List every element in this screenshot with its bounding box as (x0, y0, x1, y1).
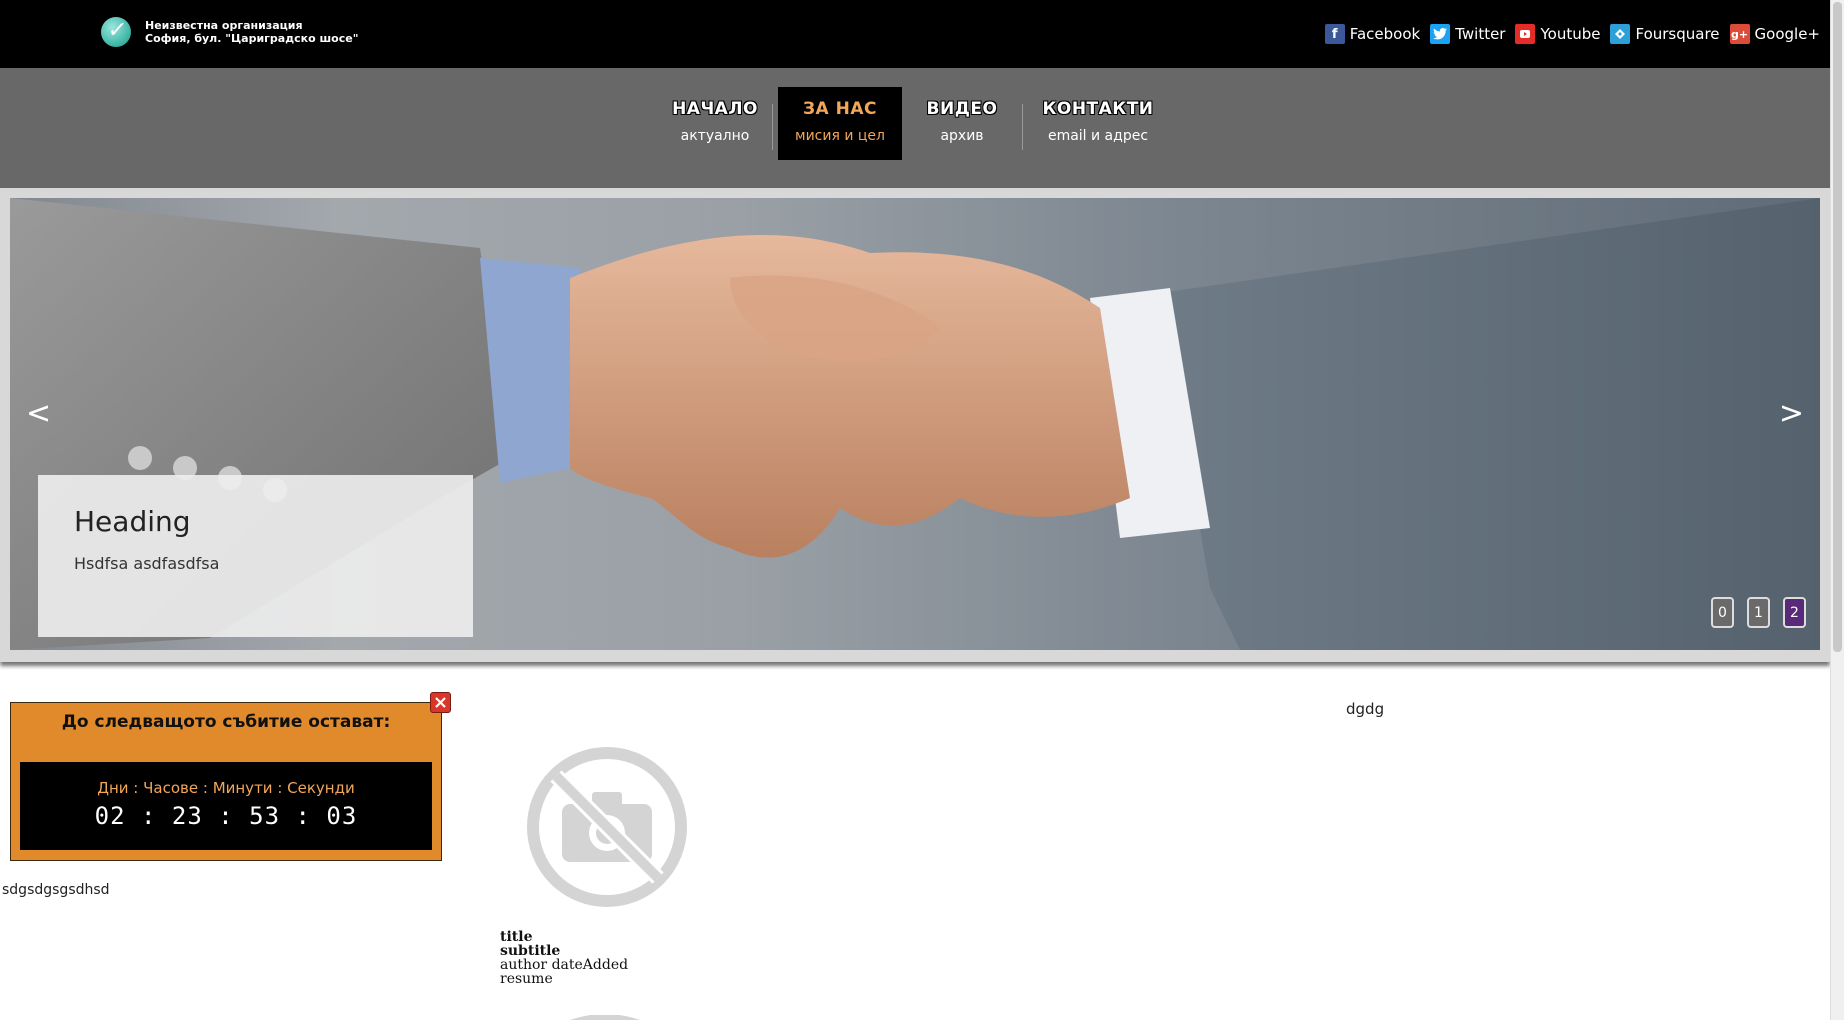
social-label: Facebook (1349, 25, 1421, 43)
slider-dot-0[interactable]: 0 (1711, 597, 1734, 628)
social-link-foursquare[interactable]: Foursquare (1610, 24, 1720, 44)
nav-subtitle: актуално (680, 128, 750, 144)
article-meta: author dateAdded (500, 957, 629, 973)
facebook-icon: f (1324, 24, 1345, 44)
countdown-display: Дни : Часове : Минути : Секунди 02 : 23 … (20, 762, 432, 850)
main-nav: НАЧАЛО актуално ЗА НАС мисия и цел ВИДЕО… (658, 87, 1173, 160)
social-links: f Facebook Twitter Youtube Foursquare g+… (1315, 24, 1820, 44)
googleplus-icon: g+ (1729, 24, 1750, 44)
twitter-icon (1430, 24, 1451, 44)
social-link-googleplus[interactable]: g+ Google+ (1729, 24, 1820, 44)
article-title: title (500, 929, 533, 945)
slider-next-button[interactable]: > (1779, 396, 1804, 431)
article-card[interactable]: title subtitle author dateAdded resume (500, 930, 628, 986)
content-text-left: sdgsdgsgsdhsd (2, 882, 110, 898)
content-text-right: dgdg (1346, 700, 1385, 718)
org-info: Неизвестна организация София, бул. "Цари… (145, 19, 358, 45)
scrollbar[interactable] (1830, 0, 1844, 1020)
nav-subtitle: архив (940, 128, 984, 144)
close-icon[interactable] (430, 692, 451, 713)
main-nav-bar: НАЧАЛО актуално ЗА НАС мисия и цел ВИДЕО… (0, 68, 1830, 188)
org-address: София, бул. "Цариградско шосе" (145, 32, 359, 45)
social-label: Foursquare (1635, 25, 1720, 43)
countdown-widget: До следващото събитие остават: Дни : Час… (10, 702, 442, 861)
no-photo-icon (560, 1010, 650, 1020)
org-brand[interactable]: ✓ Неизвестна организация София, бул. "Ца… (101, 17, 358, 47)
slider-pagination: 0 1 2 (1698, 597, 1806, 628)
scrollbar-thumb[interactable] (1833, 2, 1842, 652)
org-name: Неизвестна организация (145, 19, 303, 32)
top-bar: ✓ Неизвестна организация София, бул. "Ца… (0, 0, 1830, 68)
page: ✓ Неизвестна организация София, бул. "Ца… (0, 0, 1844, 1020)
countdown-title: До следващото събитие остават: (61, 712, 391, 732)
image-slider: < > Heading Hsdfsa asdfasdfsa 0 1 2 (0, 188, 1830, 662)
social-link-youtube[interactable]: Youtube (1515, 24, 1600, 44)
nav-divider (772, 104, 773, 150)
article-resume: resume (500, 971, 553, 987)
slide-heading: Heading (74, 505, 191, 538)
slide-text: Hsdfsa asdfasdfsa (74, 554, 220, 573)
nav-title: ЗА НАС (802, 99, 877, 119)
social-link-facebook[interactable]: f Facebook (1324, 24, 1421, 44)
nav-item-home[interactable]: НАЧАЛО актуално (658, 87, 772, 160)
article-subtitle: subtitle (500, 943, 561, 959)
nav-subtitle: мисия и цел (795, 128, 885, 144)
slider-dot-2[interactable]: 2 (1783, 597, 1806, 628)
slide-image: < > Heading Hsdfsa asdfasdfsa 0 1 2 (10, 198, 1820, 650)
social-label: Youtube (1540, 25, 1601, 43)
countdown-labels: Дни : Часове : Минути : Секунди (97, 779, 355, 797)
nav-title: ВИДЕО (926, 99, 998, 119)
social-label: Twitter (1455, 25, 1506, 43)
slide-caption: Heading Hsdfsa asdfasdfsa (38, 475, 473, 637)
slider-dot-1[interactable]: 1 (1747, 597, 1770, 628)
nav-item-about[interactable]: ЗА НАС мисия и цел (778, 87, 902, 160)
nav-item-video[interactable]: ВИДЕО архив (902, 87, 1022, 160)
nav-subtitle: email и адрес (1047, 128, 1149, 144)
nav-item-contacts[interactable]: КОНТАКТИ email и адрес (1023, 87, 1173, 160)
youtube-icon (1515, 24, 1536, 44)
foursquare-icon (1610, 24, 1631, 44)
slider-prev-button[interactable]: < (26, 396, 51, 431)
nav-title: КОНТАКТИ (1042, 99, 1154, 119)
no-photo-icon (522, 742, 692, 916)
countdown-values: 02 : 23 : 53 : 03 (94, 802, 358, 830)
checkmark-icon: ✓ (101, 17, 131, 47)
nav-title: НАЧАЛО (672, 99, 758, 119)
social-link-twitter[interactable]: Twitter (1430, 24, 1505, 44)
social-label: Google+ (1754, 25, 1820, 43)
